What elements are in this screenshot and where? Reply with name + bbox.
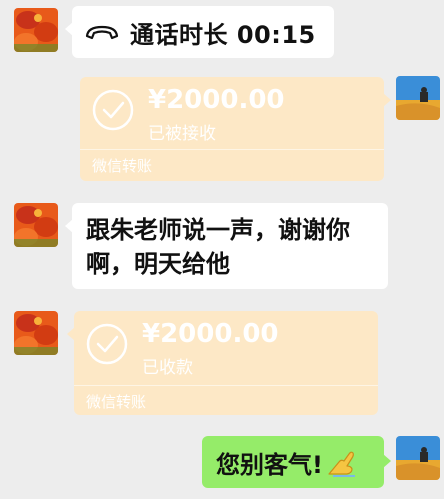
transfer-amount: ¥2000.00 (142, 319, 279, 349)
reply-message-bubble[interactable]: 您别客气! (202, 436, 391, 488)
transfer-card-sent[interactable]: ¥2000.00 已被接收 微信转账 (80, 77, 391, 181)
chat-area: 通话时长 00:15 ¥2000.00 已被接收 微信转账 跟朱老师说一声，谢谢… (0, 0, 444, 499)
crawfish-avatar (14, 311, 58, 355)
phone-handset-icon (84, 21, 120, 43)
text-message-content: 跟朱老师说一声，谢谢你啊，明天给他 (86, 216, 350, 278)
transfer-status: 已收款 (142, 358, 193, 378)
call-duration-text: 通话时长 00:15 (130, 20, 316, 49)
check-circle-icon (86, 323, 128, 365)
crawfish-avatar (14, 8, 58, 52)
contact-avatar[interactable] (14, 8, 58, 52)
check-circle-icon (92, 89, 134, 131)
transfer-card-received[interactable]: ¥2000.00 已收款 微信转账 (67, 311, 378, 415)
crawfish-avatar (14, 203, 58, 247)
transfer-amount: ¥2000.00 (148, 85, 285, 115)
transfer-divider (74, 385, 378, 386)
call-duration-bubble[interactable]: 通话时长 00:15 (65, 6, 334, 58)
desert-avatar (396, 436, 440, 480)
self-avatar[interactable] (396, 76, 440, 120)
transfer-footer: 微信转账 (86, 393, 147, 411)
reply-message-text: 您别客气! (216, 450, 323, 479)
transfer-divider (80, 149, 384, 150)
transfer-footer: 微信转账 (92, 157, 153, 175)
transfer-status: 已被接收 (148, 124, 216, 144)
text-message-bubble[interactable]: 跟朱老师说一声，谢谢你啊，明天给他 (65, 203, 388, 289)
contact-avatar[interactable] (14, 311, 58, 355)
desert-avatar (396, 76, 440, 120)
ok-hand-emoji-icon (325, 446, 359, 478)
contact-avatar[interactable] (14, 203, 58, 247)
self-avatar[interactable] (396, 436, 440, 480)
